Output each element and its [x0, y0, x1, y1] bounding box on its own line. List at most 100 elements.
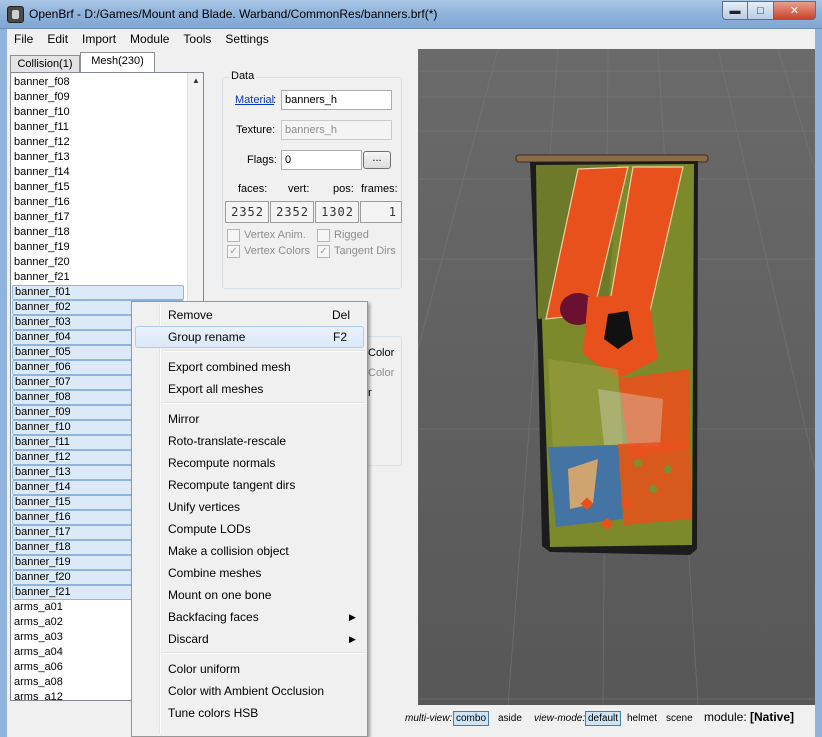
list-item[interactable]: banner_f17 — [11, 210, 187, 225]
menu-item-shortcut: Del — [332, 308, 351, 322]
menu-item-mirror[interactable]: Mirror — [135, 408, 364, 430]
rigged-checkbox — [317, 229, 330, 242]
menu-item-discard[interactable]: Discard ▶ — [135, 628, 364, 650]
list-item[interactable]: banner_f19 — [11, 240, 187, 255]
3d-viewport[interactable] — [418, 49, 815, 705]
menu-item-label: Remove — [168, 308, 213, 322]
title-bar: OpenBrf - D:/Games/Mount and Blade. Warb… — [0, 0, 822, 29]
main-area: Collision(1) Mesh(230) banner_f08 banner_… — [7, 49, 815, 737]
tab-mesh[interactable]: Mesh(230) — [80, 52, 155, 72]
frames-count: 1 — [360, 201, 402, 223]
texture-field: banners_h — [281, 120, 392, 140]
material-colon: : — [273, 94, 277, 106]
menu-item-tune-colors-hsb[interactable]: Tune colors HSB — [135, 702, 364, 724]
menu-import[interactable]: Import — [75, 29, 123, 49]
list-item[interactable]: banner_f11 — [11, 120, 187, 135]
viewmode-helmet-button[interactable]: helmet — [627, 712, 657, 726]
menu-separator — [162, 402, 364, 404]
faces-header: faces: — [238, 183, 268, 195]
menu-bar: File Edit Import Module Tools Settings — [7, 29, 815, 49]
menu-item-label: Recompute normals — [168, 456, 276, 470]
menu-item-roto-translate-rescale[interactable]: Roto-translate-rescale — [135, 430, 364, 452]
close-button[interactable]: ✕ — [773, 1, 816, 20]
menu-item-recompute-normals[interactable]: Recompute normals — [135, 452, 364, 474]
menu-item-group-rename[interactable]: Group rename F2 — [135, 326, 364, 348]
list-item[interactable]: banner_f09 — [11, 90, 187, 105]
menu-file[interactable]: File — [7, 29, 40, 49]
window-title: OpenBrf - D:/Games/Mount and Blade. Warb… — [29, 7, 438, 21]
scroll-up-icon[interactable]: ▲ — [188, 73, 203, 89]
menu-item-label: Backfacing faces — [168, 610, 259, 624]
viewmode-scene-button[interactable]: scene — [666, 712, 693, 726]
material-link[interactable]: Material — [235, 94, 274, 106]
menu-item-unify-vertices[interactable]: Unify vertices — [135, 496, 364, 518]
context-menu: Remove Del Group rename F2 Export combined m… — [131, 301, 368, 737]
menu-item-color-with-ambient-occlusion[interactable]: Color with Ambient Occlusion — [135, 680, 364, 702]
menu-item-mount-on-one-bone[interactable]: Mount on one bone — [135, 584, 364, 606]
menu-item-color-uniform[interactable]: Color uniform — [135, 658, 364, 680]
menu-item-label: Combine meshes — [168, 566, 262, 580]
banner-cloth — [530, 161, 698, 555]
texture-label: Texture: — [236, 124, 276, 136]
menu-item-compute-lods[interactable]: Compute LODs — [135, 518, 364, 540]
list-item[interactable]: banner_f10 — [11, 105, 187, 120]
tangent-dirs-checkbox: ✓ — [317, 245, 330, 258]
flags-edit-button[interactable]: ... — [363, 151, 391, 169]
menu-item-label: Export all meshes — [168, 382, 264, 396]
rigged-label: Rigged — [334, 229, 369, 241]
menu-item-combine-meshes[interactable]: Combine meshes — [135, 562, 364, 584]
menu-item-label: Discard — [168, 632, 209, 646]
list-item[interactable]: banner_f08 — [11, 75, 187, 90]
material-field[interactable]: banners_h — [281, 90, 392, 110]
pos-header: pos: — [333, 183, 354, 195]
menu-edit[interactable]: Edit — [40, 29, 75, 49]
list-item[interactable]: banner_f12 — [11, 135, 187, 150]
window-frame-left — [0, 29, 7, 737]
menu-item-make-a-collision-object[interactable]: Make a collision object — [135, 540, 364, 562]
menu-separator — [162, 652, 364, 654]
submenu-arrow-icon: ▶ — [349, 634, 356, 644]
list-item[interactable]: banner_f14 — [11, 165, 187, 180]
menu-item-backfacing-faces[interactable]: Backfacing faces ▶ — [135, 606, 364, 628]
list-item[interactable]: banner_f18 — [11, 225, 187, 240]
vertex-colors-label: Vertex Colors — [244, 245, 311, 257]
vert-header: vert: — [288, 183, 310, 195]
vertex-anim-label: Vertex Anim. — [244, 229, 306, 241]
menu-module[interactable]: Module — [123, 29, 176, 49]
maximize-button[interactable]: □ — [748, 1, 773, 20]
minimize-button[interactable]: ▬ — [722, 1, 748, 20]
menu-item-label: Compute LODs — [168, 522, 251, 536]
multiview-combo-button[interactable]: combo — [453, 711, 490, 726]
menu-tools[interactable]: Tools — [176, 29, 218, 49]
option-3: r — [368, 387, 372, 399]
viewmode-default-button[interactable]: default — [585, 711, 622, 726]
status-bar: multi-view: combo aside view-mode: defau… — [7, 705, 815, 737]
flags-field[interactable]: 0 — [281, 150, 362, 170]
tab-collision[interactable]: Collision(1) — [10, 55, 80, 73]
pos-count: 1302 — [315, 201, 359, 223]
data-group-title: Data — [229, 70, 257, 82]
flags-label: Flags: — [247, 154, 277, 166]
menu-item-export-combined-mesh[interactable]: Export combined mesh — [135, 356, 364, 378]
list-item[interactable]: banner_f21 — [11, 270, 187, 285]
module-value: [Native] — [750, 710, 795, 724]
window-controls: ▬ □ ✕ — [722, 1, 816, 20]
menu-item-remove[interactable]: Remove Del — [135, 304, 364, 326]
frames-header: frames: — [361, 183, 398, 195]
list-item[interactable]: banner_f13 — [11, 150, 187, 165]
list-item[interactable]: banner_f16 — [11, 195, 187, 210]
menu-separator — [162, 350, 364, 352]
app-icon — [7, 6, 24, 23]
list-item[interactable]: banner_f01 — [12, 285, 184, 300]
color-option-2: Color — [368, 367, 395, 379]
menu-item-label: Group rename — [168, 330, 246, 344]
menu-item-label: Mirror — [168, 412, 200, 426]
list-item[interactable]: banner_f20 — [11, 255, 187, 270]
menu-item-recompute-tangent-dirs[interactable]: Recompute tangent dirs — [135, 474, 364, 496]
menu-settings[interactable]: Settings — [218, 29, 275, 49]
multiview-aside-button[interactable]: aside — [498, 712, 522, 726]
menu-item-label: Recompute tangent dirs — [168, 478, 296, 492]
tangent-dirs-label: Tangent Dirs — [334, 245, 396, 257]
list-item[interactable]: banner_f15 — [11, 180, 187, 195]
menu-item-export-all-meshes[interactable]: Export all meshes — [135, 378, 364, 400]
